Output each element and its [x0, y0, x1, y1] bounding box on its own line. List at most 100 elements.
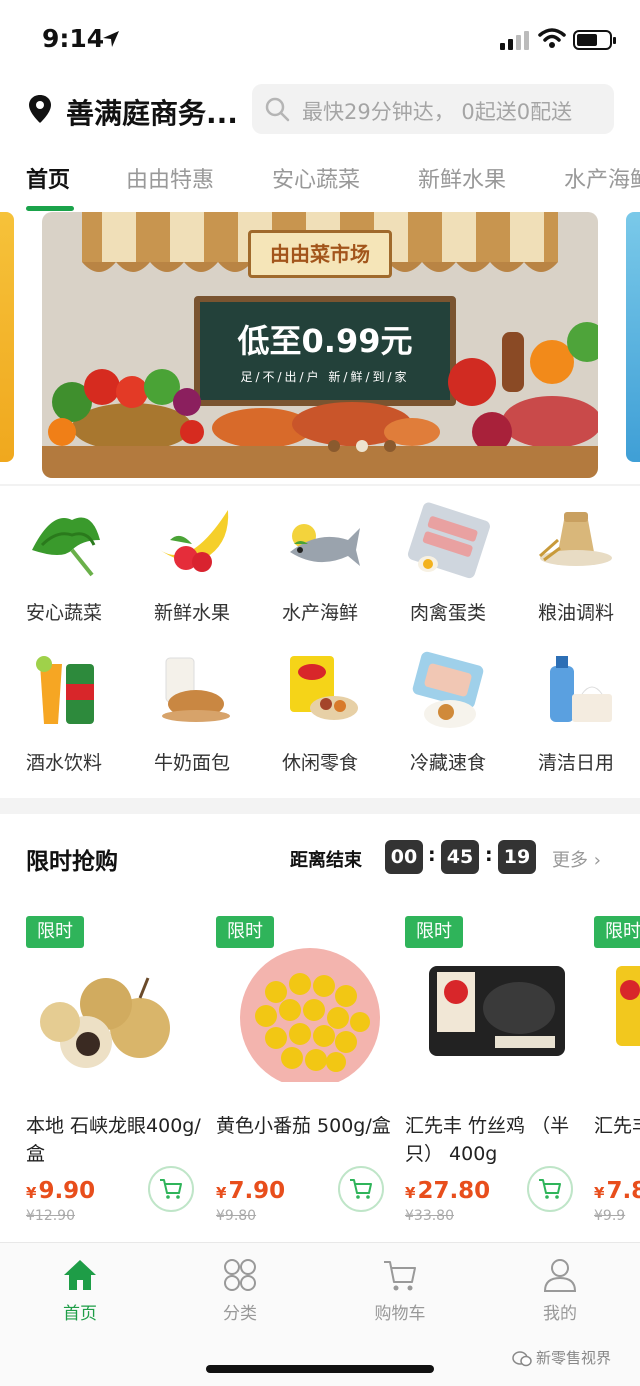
category-cleaning[interactable]: 清洁日用	[512, 650, 640, 790]
banner-prev-card[interactable]	[0, 212, 14, 462]
category-bread[interactable]: 牛奶面包	[128, 650, 256, 790]
vegetables-icon	[32, 517, 100, 577]
nav-cart[interactable]: 购物车	[360, 1257, 440, 1331]
tab-home[interactable]: 首页	[26, 162, 70, 194]
cart-icon	[539, 1179, 561, 1199]
wifi-icon	[538, 28, 566, 48]
tab-vegetables[interactable]: 安心蔬菜	[272, 162, 360, 194]
price-value: 7.90	[228, 1178, 286, 1204]
location-pin-icon[interactable]	[26, 94, 54, 124]
more-link[interactable]: 更多 ›	[552, 846, 601, 872]
longan-image	[40, 977, 170, 1068]
category-vegetables[interactable]: 安心蔬菜	[0, 500, 128, 640]
tab-fruit[interactable]: 新鲜水果	[418, 162, 506, 194]
category-label: 水产海鲜	[281, 602, 358, 624]
category-label: 酒水饮料	[25, 752, 102, 774]
status-time: 9:14	[42, 24, 105, 53]
limited-badge: 限时	[594, 916, 640, 948]
banner-counter	[42, 446, 598, 478]
fish-icon	[290, 524, 360, 566]
grain-icon	[539, 512, 612, 566]
countdown-minutes: 45	[441, 840, 479, 874]
add-to-cart-button[interactable]	[148, 1166, 194, 1212]
countdown-seconds: 19	[498, 840, 536, 874]
frozen-food-icon	[412, 651, 484, 728]
price-value: 7.8	[606, 1178, 640, 1204]
pagination-dot-active[interactable]	[356, 440, 368, 452]
banner-carousel[interactable]: 由由菜市场 低至0.99元 足/不/出/户 新/鲜/到/家	[0, 212, 640, 482]
meat-vegetable-image	[448, 322, 598, 452]
category-icon	[224, 1259, 256, 1291]
countdown-separator: :	[428, 844, 436, 866]
category-label: 清洁日用	[537, 752, 614, 774]
category-label: 冷藏速食	[409, 752, 486, 774]
currency-symbol: ¥	[26, 1184, 37, 1202]
nav-label: 分类	[223, 1304, 257, 1324]
home-icon	[64, 1260, 96, 1290]
currency-symbol: ¥	[594, 1184, 605, 1202]
vegetable-basket-image	[48, 369, 204, 451]
nav-category[interactable]: 分类	[200, 1257, 280, 1331]
banner-sign: 由由菜市场	[248, 230, 392, 278]
flash-sale-title: 限时抢购	[26, 849, 118, 875]
limited-badge: 限时	[216, 916, 274, 948]
tab-seafood[interactable]: 水产海鲜	[564, 162, 640, 194]
product-card[interactable]: 限时 黄色小番茄 500g/盒 ¥7.90 ¥9.80	[216, 916, 406, 1226]
bottom-navigation: 首页 分类 购物车 我的 新零售视界	[0, 1242, 640, 1386]
banner-slide[interactable]: 由由菜市场 低至0.99元 足/不/出/户 新/鲜/到/家	[42, 212, 598, 478]
category-frozen[interactable]: 冷藏速食	[384, 650, 512, 790]
product-price: ¥9.90	[26, 1178, 95, 1204]
category-fruit[interactable]: 新鲜水果	[128, 500, 256, 640]
product-price: ¥7.90	[216, 1178, 285, 1204]
category-grain[interactable]: 粮油调料	[512, 500, 640, 640]
pagination-dot[interactable]	[328, 440, 340, 452]
original-price: ¥12.90	[26, 1208, 75, 1224]
add-to-cart-button[interactable]	[527, 1166, 573, 1212]
category-label: 肉禽蛋类	[409, 602, 486, 624]
original-price: ¥9.80	[216, 1208, 257, 1224]
category-label: 粮油调料	[537, 602, 614, 624]
price-value: 9.90	[38, 1178, 96, 1204]
delivery-address[interactable]: 善满庭商务...	[66, 92, 238, 132]
category-seafood[interactable]: 水产海鲜	[256, 500, 384, 640]
pagination-dot[interactable]	[384, 440, 396, 452]
add-to-cart-button[interactable]	[338, 1166, 384, 1212]
search-icon	[265, 97, 290, 122]
product-price: ¥27.80	[405, 1178, 490, 1204]
category-drinks[interactable]: 酒水饮料	[0, 650, 128, 790]
nav-profile[interactable]: 我的	[520, 1257, 600, 1331]
currency-symbol: ¥	[405, 1184, 416, 1202]
product-card[interactable]: 限时 汇先丰245g ¥7.8 ¥9.9	[594, 916, 640, 1226]
snacks-icon	[290, 656, 358, 720]
watermark: 新零售视界	[512, 1347, 611, 1368]
meat-icon	[407, 502, 490, 579]
search-placeholder: 最快29分钟达， 0起送0配送	[302, 100, 573, 124]
battery-icon	[573, 30, 616, 50]
status-bar: 9:14	[0, 0, 640, 76]
divider	[0, 484, 640, 486]
product-name: 汇先丰 竹丝鸡 （半只） 400g	[405, 1115, 570, 1165]
tab-active-indicator	[26, 206, 74, 211]
home-indicator[interactable]	[206, 1365, 434, 1373]
more-label: 更多	[552, 850, 588, 871]
currency-symbol: ¥	[216, 1184, 227, 1202]
limited-badge: 限时	[405, 916, 463, 948]
nav-label: 我的	[543, 1304, 577, 1324]
product-card[interactable]: 限时 本地 石峡龙眼400g/盒 ¥9.90 ¥12.90	[26, 916, 216, 1226]
cart-icon	[160, 1179, 182, 1199]
section-divider	[0, 798, 640, 814]
category-label: 安心蔬菜	[25, 602, 102, 624]
watermark-text: 新零售视界	[536, 1349, 612, 1367]
tab-specials[interactable]: 由由特惠	[126, 162, 214, 194]
category-snacks[interactable]: 休闲零食	[256, 650, 384, 790]
nav-home[interactable]: 首页	[40, 1257, 120, 1331]
countdown-separator: :	[485, 844, 493, 866]
search-input[interactable]: 最快29分钟达， 0起送0配送	[252, 84, 614, 134]
original-price: ¥33.80	[405, 1208, 454, 1224]
category-meat[interactable]: 肉禽蛋类	[384, 500, 512, 640]
nav-label: 首页	[63, 1304, 97, 1324]
product-card[interactable]: 限时 汇先丰 竹丝鸡 （半只） 400g ¥27.80 ¥33.80	[405, 916, 595, 1226]
chicken-package-image	[429, 966, 565, 1056]
limited-badge: 限时	[26, 916, 84, 948]
banner-next-card[interactable]	[626, 212, 640, 462]
